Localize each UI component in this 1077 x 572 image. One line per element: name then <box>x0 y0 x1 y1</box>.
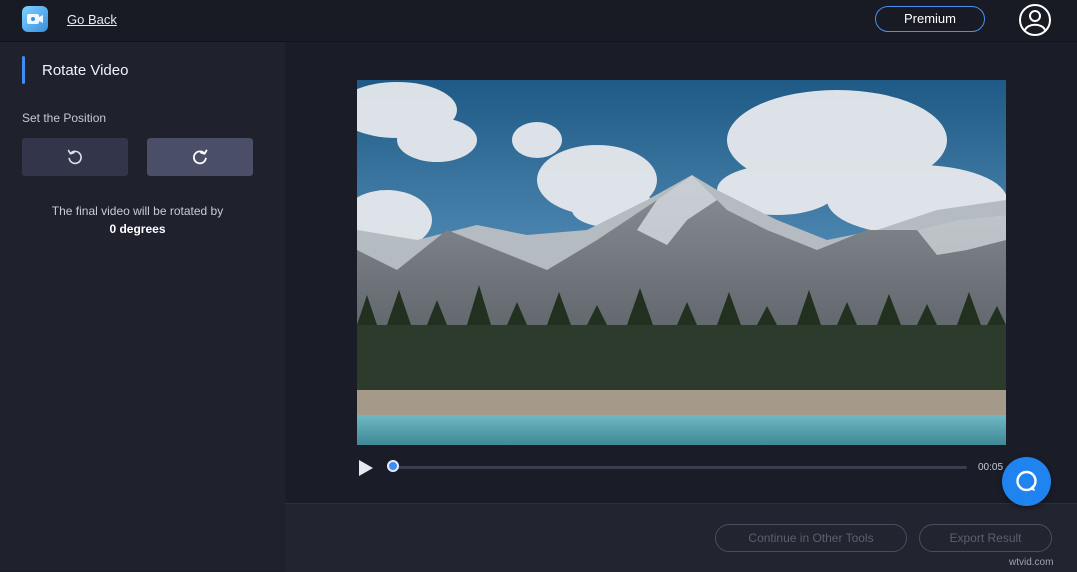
support-chat-button[interactable] <box>1002 457 1051 506</box>
top-bar: Go Back Premium <box>0 0 1077 42</box>
rotation-info-text: The final video will be rotated by <box>51 204 224 218</box>
section-title: Rotate Video <box>42 62 129 79</box>
rotation-degrees: 0 degrees <box>109 222 166 236</box>
support-chat-icon <box>1016 470 1037 492</box>
sidebar: Rotate Video Set the Position The final … <box>0 42 285 571</box>
progress-thumb[interactable] <box>387 460 399 472</box>
section-accent-bar <box>22 56 25 84</box>
go-back-link[interactable]: Go Back <box>67 12 117 27</box>
rotate-right-button[interactable] <box>147 138 253 176</box>
position-label: Set the Position <box>22 111 107 125</box>
progress-track[interactable] <box>393 466 967 469</box>
play-icon[interactable] <box>358 459 374 477</box>
rotate-left-icon <box>67 149 82 165</box>
continue-other-tools-button[interactable]: Continue in Other Tools <box>715 524 907 552</box>
app-icon[interactable] <box>22 6 48 32</box>
user-icon[interactable] <box>1018 3 1052 37</box>
time-display: 00:05 <box>978 462 1004 473</box>
rotate-left-button[interactable] <box>22 138 128 176</box>
premium-button[interactable]: Premium <box>875 6 985 32</box>
rotate-right-icon <box>193 149 208 165</box>
video-preview[interactable] <box>357 80 1006 445</box>
watermark-text: wtvid.com <box>1009 557 1054 568</box>
export-result-button[interactable]: Export Result <box>919 524 1052 552</box>
